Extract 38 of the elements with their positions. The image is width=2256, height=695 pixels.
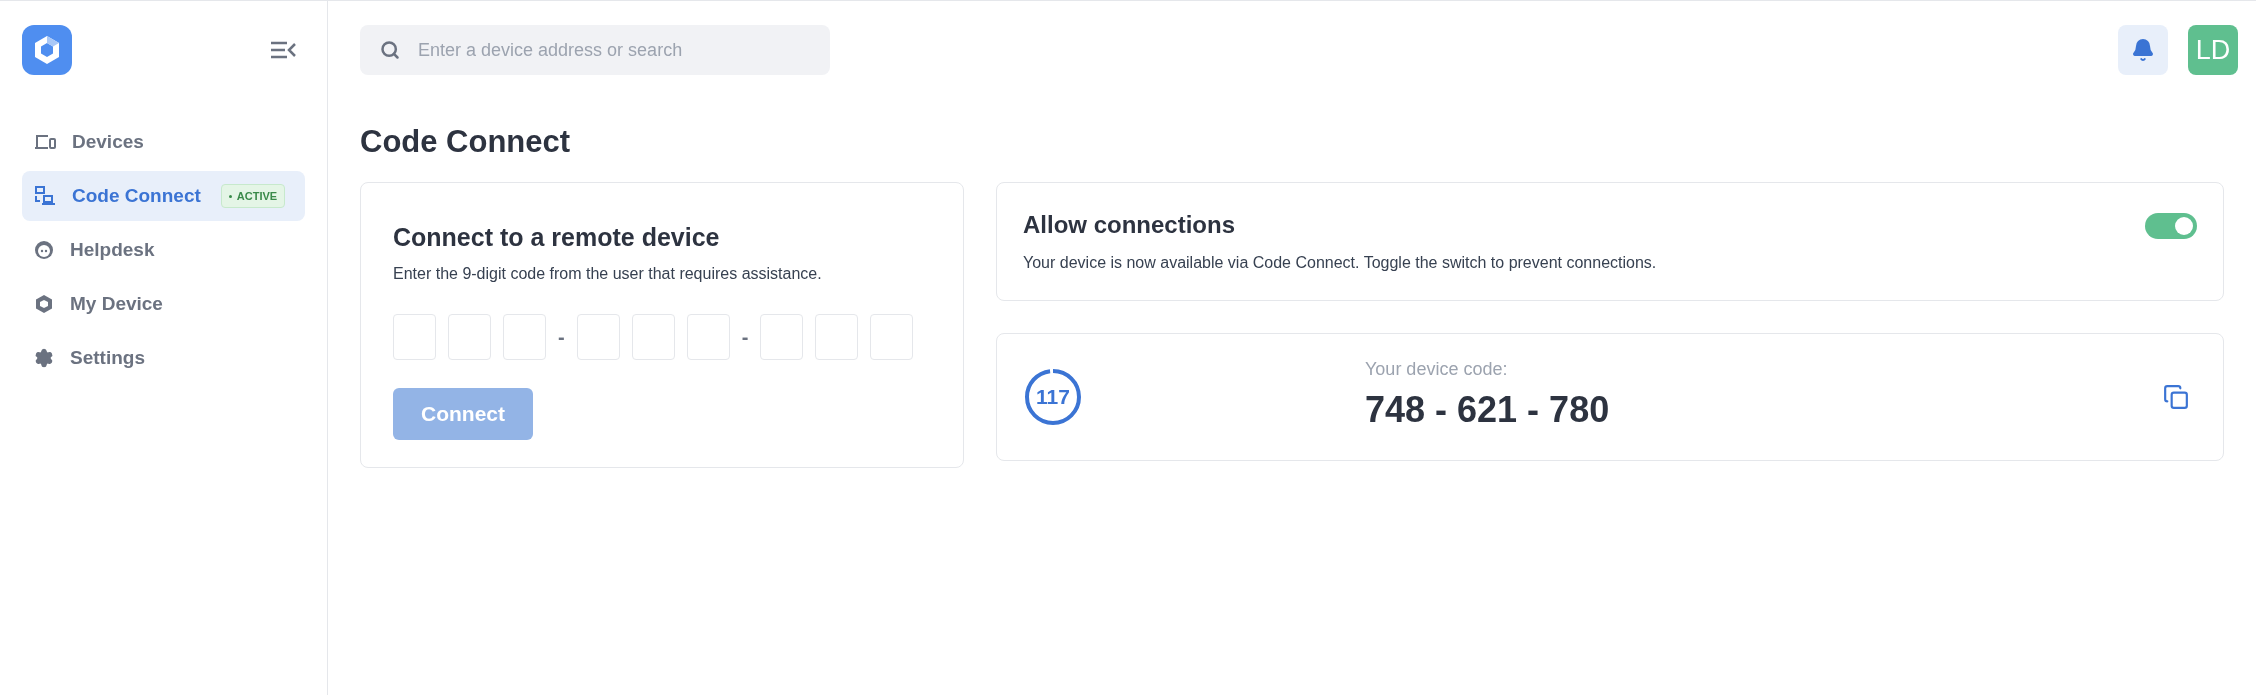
digit-field[interactable] [393,314,436,360]
digit-field[interactable] [815,314,859,360]
copy-icon[interactable] [2163,383,2189,410]
card-description: Your device is now available via Code Connect. Toggle the switch to prevent connections. [1023,253,1657,273]
notifications-button[interactable] [2118,25,2168,75]
digit-field[interactable] [870,314,914,360]
countdown-value: 117 [1035,383,1071,410]
logo-mark-icon [34,294,54,314]
separator-dash: - [558,325,565,350]
laptop-phone-icon [34,133,56,151]
search-icon [380,40,400,60]
sidebar-item[interactable]: Code Connect ACTIVE [22,171,305,221]
page-title: Code Connect [360,123,572,161]
app-logo [22,25,72,75]
digit-field[interactable] [760,314,804,360]
code-label: Your device code: [1365,358,1508,381]
headset-face-icon [34,240,54,260]
separator-dash: - [741,325,749,350]
sidebar-item[interactable]: My Device [22,279,305,329]
sidebar-item[interactable]: Settings [22,333,305,383]
device-code: 748 - 621 - 780 [1365,388,1610,432]
digit-field[interactable] [631,314,675,360]
collapse-menu-button[interactable] [269,39,297,61]
active-badge: ACTIVE [220,183,286,209]
bell-icon [2131,38,2155,62]
digit-field[interactable] [503,314,546,360]
card-description: Enter the 9-digit code from the user that requires assistance. [393,264,823,284]
digit-field[interactable] [576,314,620,360]
settings-icon [34,348,54,368]
computers-icon [34,186,56,206]
card-title: Connect to a remote device [393,221,721,253]
sidebar-item[interactable]: Helpdesk [22,225,305,275]
sidebar-item[interactable]: Devices [22,117,305,167]
digit-field[interactable] [448,314,491,360]
card-title: Allow connections [1023,210,1236,240]
toggle-switch[interactable] [2145,212,2197,239]
digit-field[interactable] [686,314,730,360]
search-field[interactable]: Enter a device address or search [360,25,830,75]
